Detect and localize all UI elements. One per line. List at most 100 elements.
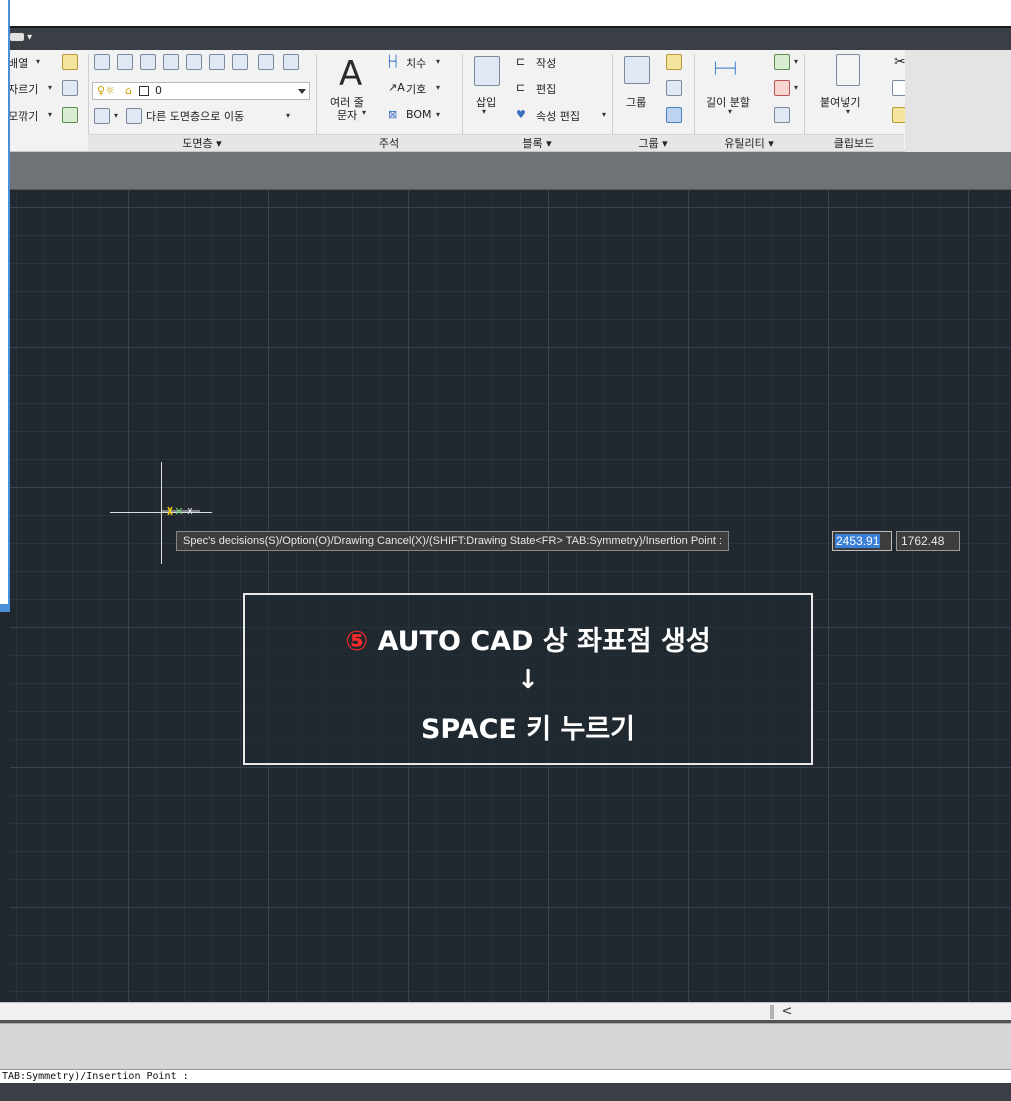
dynamic-input-prompt: Spec's decisions(S)/Option(O)/Drawing Ca… <box>176 531 730 551</box>
insertion-preview-icon <box>162 506 200 516</box>
edit-label[interactable]: 편집 <box>536 81 556 97</box>
layer-unisolate-icon[interactable] <box>163 54 179 70</box>
edit-attributes-dropdown-icon[interactable]: ▾ <box>602 110 606 119</box>
fillet-dropdown-icon[interactable]: ▾ <box>48 110 52 119</box>
workspace-switch-button[interactable]: ▾ <box>10 32 54 46</box>
y-coordinate-input[interactable]: 1762.48 <box>896 531 960 551</box>
instruction-callout: ⑤ AUTO CAD 상 좌표점 생성 ↓ SPACE 키 누르기 <box>243 593 813 765</box>
layer-properties-icon[interactable] <box>94 54 110 70</box>
layer-walk-icon[interactable] <box>258 54 274 70</box>
x-coordinate-value[interactable]: 2453.91 <box>835 534 881 548</box>
layer-isolate-icon[interactable] <box>140 54 156 70</box>
callout-title: AUTO CAD 상 좌표점 생성 <box>377 626 711 657</box>
multiline-text-dropdown-icon[interactable]: ▾ <box>362 108 366 117</box>
make-current-icon[interactable] <box>94 108 110 124</box>
ribbon-empty-area <box>905 50 1011 152</box>
offset-icon[interactable] <box>62 107 78 123</box>
create-block-icon[interactable]: ⊏ <box>516 55 525 68</box>
status-bar <box>0 1083 1011 1101</box>
drawing-canvas-edge <box>0 612 10 1002</box>
scrollbar-thumb[interactable] <box>770 1005 774 1019</box>
group-edit-icon[interactable] <box>666 54 682 70</box>
insert-label[interactable]: 삽입 <box>476 94 496 110</box>
layer-lock-icon[interactable] <box>232 54 248 70</box>
ribbon: 배열 ▾ 자르기 ▾ 모깎기 ▾ ♀☼ ⌂ 0 ▾ 다른 도면층으로 이동 ▾ … <box>8 50 1011 152</box>
title-bar: ▾ <box>0 28 1011 50</box>
create-label[interactable]: 작성 <box>536 55 556 71</box>
horizontal-scrollbar[interactable]: < <box>0 1002 1011 1020</box>
dimension-label[interactable]: 치수 <box>406 55 426 71</box>
command-history <box>0 1023 1011 1069</box>
bom-label[interactable]: BOM <box>406 108 432 121</box>
array-label[interactable]: 배열 <box>8 55 28 71</box>
utilities-panel-title[interactable]: 유틸리티 ▾ <box>694 134 804 151</box>
layer-freeze-icon[interactable] <box>209 54 225 70</box>
quick-select-dropdown-icon[interactable]: ▾ <box>794 57 798 66</box>
layers-panel-title[interactable]: 도면층 ▾ <box>88 134 316 151</box>
layer-off-icon[interactable] <box>186 54 202 70</box>
x-coordinate-input[interactable]: 2453.91 <box>832 531 892 551</box>
multiline-text-label-2[interactable]: 문자 <box>337 107 357 123</box>
group-panel-title[interactable]: 그룹 ▾ <box>612 134 694 151</box>
edit-attributes-icon[interactable]: ♥ <box>516 108 526 121</box>
cut-icon[interactable]: ✂ <box>894 54 906 70</box>
clipboard-panel-title[interactable]: 클립보드 <box>804 134 904 151</box>
layer-combo[interactable]: ♀☼ ⌂ 0 <box>92 82 310 100</box>
callout-line-1: ⑤ AUTO CAD 상 좌표점 생성 <box>245 619 811 658</box>
leader-label[interactable]: 기호 <box>406 81 426 97</box>
group-icon[interactable] <box>624 56 650 84</box>
leader-icon[interactable]: ↗A <box>388 81 405 94</box>
quick-select-icon[interactable] <box>774 54 790 70</box>
layer-state-icon[interactable] <box>117 54 133 70</box>
insert-dropdown-icon[interactable]: ▾ <box>482 107 486 116</box>
window-top-strip <box>0 0 1011 28</box>
paste-icon[interactable] <box>836 54 860 86</box>
group-label[interactable]: 그룹 <box>626 94 646 110</box>
make-current-dropdown-icon[interactable]: ▾ <box>114 111 118 120</box>
unlock-icon: ⌂ <box>125 84 132 97</box>
measure-dropdown-icon[interactable]: ▾ <box>728 107 732 116</box>
move-to-layer-icon[interactable] <box>126 108 142 124</box>
down-arrow-icon: ↓ <box>517 665 539 695</box>
leader-dropdown-icon[interactable]: ▾ <box>436 83 440 92</box>
block-panel-title[interactable]: 블록 ▾ <box>462 134 612 151</box>
id-point-dropdown-icon[interactable]: ▾ <box>794 83 798 92</box>
layer-color-swatch <box>139 86 149 96</box>
match-properties-icon[interactable] <box>62 54 78 70</box>
edit-attributes-label[interactable]: 속성 편집 <box>536 108 580 124</box>
callout-instruction: SPACE 키 누르기 <box>420 714 636 745</box>
left-panel-border <box>0 604 10 612</box>
workspace-icon <box>10 33 24 41</box>
layer-merge-icon[interactable] <box>283 54 299 70</box>
left-floating-panel <box>0 0 10 612</box>
drawing-tab-strip <box>8 152 1011 190</box>
ungroup-icon[interactable] <box>666 80 682 96</box>
edit-block-icon[interactable]: ⊏ <box>516 81 525 94</box>
bom-dropdown-icon[interactable]: ▾ <box>436 110 440 119</box>
dimension-icon[interactable]: ├┤ <box>386 55 399 68</box>
step-number: ⑤ <box>345 626 369 657</box>
lightbulb-icon: ♀☼ <box>97 84 115 97</box>
bom-icon[interactable]: ⊠ <box>388 108 397 121</box>
command-line-input[interactable]: TAB:Symmetry)/Insertion Point : <box>0 1069 1011 1083</box>
paste-label[interactable]: 붙여넣기 <box>820 94 860 110</box>
annotation-panel-title[interactable]: 주석 <box>316 134 462 151</box>
group-selection-icon[interactable] <box>666 107 682 123</box>
measure-icon[interactable]: ├──┤ <box>712 62 739 75</box>
trim-dropdown-icon[interactable]: ▾ <box>48 83 52 92</box>
id-point-icon[interactable] <box>774 80 790 96</box>
move-to-layer-label[interactable]: 다른 도면층으로 이동 <box>146 108 244 124</box>
move-to-layer-dropdown-icon[interactable]: ▾ <box>286 111 290 120</box>
paste-dropdown-icon[interactable]: ▾ <box>846 107 850 116</box>
scroll-left-arrow-icon[interactable]: < <box>780 1003 794 1021</box>
insert-block-icon[interactable] <box>474 56 500 86</box>
layer-combo-value: 0 <box>155 84 162 97</box>
multiline-text-icon[interactable]: A <box>339 54 362 94</box>
calculator-icon[interactable] <box>774 107 790 123</box>
chevron-down-icon <box>298 89 306 94</box>
array-dropdown-icon[interactable]: ▾ <box>36 57 40 66</box>
dimension-dropdown-icon[interactable]: ▾ <box>436 57 440 66</box>
3d-view-icon[interactable] <box>62 80 78 96</box>
trim-label[interactable]: 자르기 <box>8 81 38 97</box>
fillet-label[interactable]: 모깎기 <box>8 108 38 124</box>
